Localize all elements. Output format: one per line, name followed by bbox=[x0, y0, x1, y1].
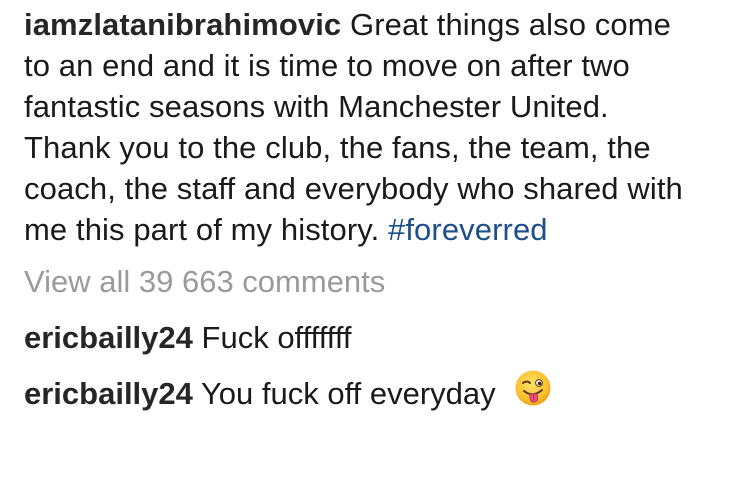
comment-item: ericbailly24 Fuck offfffff bbox=[24, 318, 700, 358]
comment-item: ericbailly24 You fuck off everyday bbox=[24, 370, 700, 417]
caption-text: Great things also come to an end and it … bbox=[24, 7, 683, 247]
caption-hashtag[interactable]: #foreverred bbox=[388, 212, 548, 247]
view-all-comments-link[interactable]: View all 39 663 comments bbox=[24, 262, 700, 302]
winking-face-with-tongue-icon bbox=[514, 369, 552, 417]
instagram-post-comments: iamzlatanibrahimovic Great things also c… bbox=[0, 0, 730, 478]
comment-text: You fuck off everyday bbox=[200, 376, 496, 411]
comment-text: Fuck offfffff bbox=[201, 320, 352, 355]
caption-username[interactable]: iamzlatanibrahimovic bbox=[24, 7, 341, 42]
post-caption: iamzlatanibrahimovic Great things also c… bbox=[24, 4, 700, 250]
comment-username[interactable]: ericbailly24 bbox=[24, 320, 193, 355]
comment-username[interactable]: ericbailly24 bbox=[24, 376, 193, 411]
